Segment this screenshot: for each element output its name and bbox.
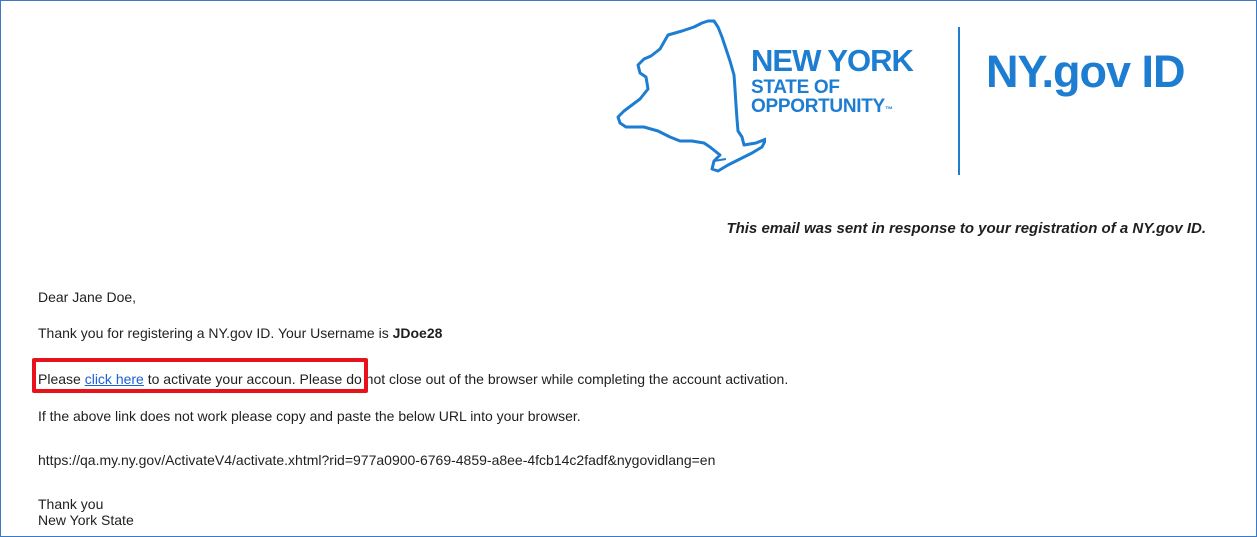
registration-thanks: Thank you for registering a NY.gov ID. Y… bbox=[38, 325, 442, 341]
ny-line3: OPPORTUNITY™ bbox=[751, 97, 913, 119]
new-york-state-outline-icon bbox=[616, 19, 766, 173]
ny-line1: NEW YORK bbox=[751, 43, 914, 78]
registration-notice: This email was sent in response to your … bbox=[726, 220, 1206, 237]
closing-thanks: Thank you bbox=[38, 496, 104, 512]
fallback-instructions: If the above link does not work please c… bbox=[38, 408, 581, 424]
thanks-text: Thank you for registering a NY.gov ID. Y… bbox=[38, 325, 393, 341]
logo-divider bbox=[958, 27, 960, 175]
nygov-id-brand: NY.gov ID bbox=[986, 46, 1186, 97]
ny-line2: STATE OF bbox=[751, 77, 840, 98]
trademark-symbol: ™ bbox=[884, 105, 893, 114]
username: JDoe28 bbox=[392, 325, 443, 341]
header-logo: NEW YORK STATE OF OPPORTUNITY™ NY.gov ID bbox=[596, 19, 1236, 189]
closing: Thank you New York State bbox=[38, 496, 134, 528]
email-frame: NEW YORK STATE OF OPPORTUNITY™ NY.gov ID… bbox=[0, 0, 1257, 537]
ny-state-of-opportunity-wordmark: NEW YORK STATE OF OPPORTUNITY™ bbox=[751, 43, 914, 119]
greeting: Dear Jane Doe, bbox=[38, 289, 137, 305]
closing-signature: New York State bbox=[38, 512, 134, 528]
ny-line3-text: OPPORTUNITY bbox=[751, 96, 885, 117]
activation-url: https://qa.my.ny.gov/ActivateV4/activate… bbox=[38, 452, 716, 468]
highlight-box bbox=[32, 358, 368, 393]
